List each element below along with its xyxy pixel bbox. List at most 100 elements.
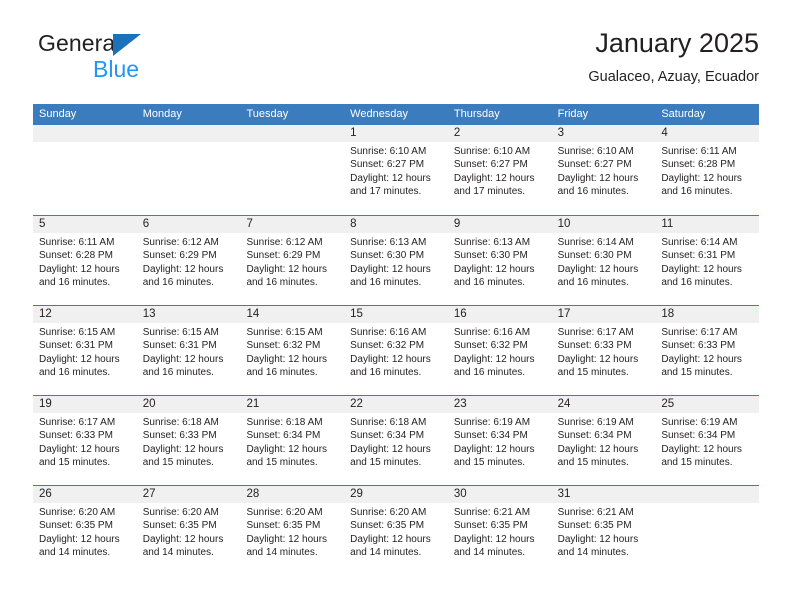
daylight-text-line1: Daylight: 12 hours	[39, 533, 120, 545]
daylight-text-line2: and 16 minutes.	[246, 367, 318, 379]
day-number: 29	[350, 488, 363, 500]
day-cell[interactable]: 17 Sunrise: 6:17 AM Sunset: 6:33 PM Dayligh…	[551, 306, 656, 395]
day-number-band: 22	[344, 396, 448, 413]
weekday-header-tuesday: Tuesday	[246, 108, 289, 120]
day-cell[interactable]: 1 Sunrise: 6:10 AM Sunset: 6:27 PM Daylight…	[344, 125, 448, 215]
day-cell-empty	[33, 125, 137, 215]
general-blue-logo[interactable]: General Blue	[38, 30, 238, 92]
day-cell[interactable]: 28 Sunrise: 6:20 AM Sunset: 6:35 PM Dayligh…	[240, 486, 345, 575]
day-cell[interactable]: 6 Sunrise: 6:12 AM Sunset: 6:29 PM Daylight…	[136, 216, 241, 305]
weekday-header-sunday: Sunday	[39, 108, 77, 120]
daylight-text-line2: and 14 minutes.	[557, 547, 629, 559]
calendar-week-row: 26 Sunrise: 6:20 AM Sunset: 6:35 PM Dayligh…	[33, 485, 760, 575]
sunrise-text: Sunrise: 6:19 AM	[453, 417, 531, 428]
sunrise-text: Sunrise: 6:19 AM	[557, 417, 634, 428]
day-number-band: 12	[33, 306, 137, 323]
day-cell[interactable]: 7 Sunrise: 6:12 AM Sunset: 6:29 PM Daylight…	[240, 216, 345, 305]
day-number-band: 29	[344, 486, 448, 503]
day-cell[interactable]: 21 Sunrise: 6:18 AM Sunset: 6:34 PM Dayligh…	[240, 396, 345, 485]
day-cell[interactable]: 29 Sunrise: 6:20 AM Sunset: 6:35 PM Dayligh…	[344, 486, 448, 575]
sunrise-text: Sunrise: 6:17 AM	[661, 327, 738, 338]
day-details: Sunrise: 6:18 AM Sunset: 6:33 PM Daylight:…	[137, 413, 241, 470]
day-number: 22	[350, 398, 363, 410]
day-cell[interactable]: 13 Sunrise: 6:15 AM Sunset: 6:31 PM Dayligh…	[136, 306, 241, 395]
day-cell[interactable]: 4 Sunrise: 6:11 AM Sunset: 6:28 PM Daylight…	[655, 125, 760, 215]
sunrise-text: Sunrise: 6:18 AM	[246, 417, 323, 428]
day-number: 1	[350, 127, 357, 139]
sunrise-text: Sunrise: 6:10 AM	[557, 146, 634, 157]
sunset-text: Sunset: 6:31 PM	[661, 250, 736, 262]
day-cell[interactable]: 31 Sunrise: 6:21 AM Sunset: 6:35 PM Dayligh…	[551, 486, 656, 575]
day-cell[interactable]: 18 Sunrise: 6:17 AM Sunset: 6:33 PM Dayligh…	[655, 306, 760, 395]
daylight-text-line2: and 16 minutes.	[39, 367, 111, 379]
day-cell[interactable]: 27 Sunrise: 6:20 AM Sunset: 6:35 PM Dayligh…	[136, 486, 241, 575]
day-cell[interactable]: 22 Sunrise: 6:18 AM Sunset: 6:34 PM Dayligh…	[344, 396, 448, 485]
day-number: 23	[453, 398, 467, 410]
day-details: Sunrise: 6:19 AM Sunset: 6:34 PM Daylight:…	[448, 413, 552, 470]
daylight-text-line2: and 16 minutes.	[557, 277, 629, 289]
day-cell[interactable]: 16 Sunrise: 6:16 AM Sunset: 6:32 PM Dayligh…	[447, 306, 552, 395]
day-cell[interactable]: 23 Sunrise: 6:19 AM Sunset: 6:34 PM Dayligh…	[447, 396, 552, 485]
day-number: 27	[142, 488, 156, 500]
sunrise-text: Sunrise: 6:20 AM	[142, 507, 219, 518]
day-number: 24	[557, 398, 571, 410]
day-cell[interactable]: 10 Sunrise: 6:14 AM Sunset: 6:30 PM Dayligh…	[551, 216, 656, 305]
day-cell[interactable]: 30 Sunrise: 6:21 AM Sunset: 6:35 PM Dayligh…	[447, 486, 552, 575]
day-cell[interactable]: 3 Sunrise: 6:10 AM Sunset: 6:27 PM Daylight…	[551, 125, 656, 215]
day-details: Sunrise: 6:12 AM Sunset: 6:29 PM Daylight:…	[240, 233, 344, 290]
day-cell[interactable]: 19 Sunrise: 6:17 AM Sunset: 6:33 PM Dayligh…	[33, 396, 137, 485]
day-cell[interactable]: 25 Sunrise: 6:19 AM Sunset: 6:34 PM Dayligh…	[655, 396, 760, 485]
day-cell[interactable]: 20 Sunrise: 6:18 AM Sunset: 6:33 PM Dayligh…	[136, 396, 241, 485]
sunset-text: Sunset: 6:32 PM	[453, 340, 528, 352]
day-details: Sunrise: 6:19 AM Sunset: 6:34 PM Daylight:…	[655, 413, 759, 470]
day-number-band: 6	[136, 216, 241, 233]
day-number-band	[136, 125, 241, 142]
day-number: 16	[453, 308, 467, 320]
day-cell[interactable]: 2 Sunrise: 6:10 AM Sunset: 6:27 PM Daylight…	[447, 125, 552, 215]
weekday-header-saturday: Saturday	[661, 108, 706, 120]
day-details: Sunrise: 6:14 AM Sunset: 6:31 PM Daylight:…	[655, 233, 759, 290]
sunset-text: Sunset: 6:30 PM	[557, 250, 632, 262]
day-number-band: 28	[240, 486, 345, 503]
sunset-text: Sunset: 6:31 PM	[39, 340, 113, 352]
day-cell[interactable]: 5 Sunrise: 6:11 AM Sunset: 6:28 PM Daylight…	[33, 216, 137, 305]
day-cell[interactable]: 24 Sunrise: 6:19 AM Sunset: 6:34 PM Dayligh…	[551, 396, 656, 485]
day-cell[interactable]: 14 Sunrise: 6:15 AM Sunset: 6:32 PM Dayligh…	[240, 306, 345, 395]
daylight-text-line2: and 15 minutes.	[246, 457, 318, 469]
day-number: 8	[350, 218, 357, 230]
day-number: 19	[39, 398, 52, 410]
daylight-text-line1: Daylight: 12 hours	[557, 172, 639, 184]
day-number: 31	[557, 488, 571, 500]
sunrise-text: Sunrise: 6:10 AM	[350, 146, 427, 157]
daylight-text-line1: Daylight: 12 hours	[246, 263, 328, 275]
day-cell[interactable]: 15 Sunrise: 6:16 AM Sunset: 6:32 PM Dayligh…	[344, 306, 448, 395]
day-cell[interactable]: 26 Sunrise: 6:20 AM Sunset: 6:35 PM Dayligh…	[33, 486, 137, 575]
daylight-text-line2: and 15 minutes.	[350, 457, 422, 469]
sunset-text: Sunset: 6:33 PM	[39, 430, 113, 442]
day-cell[interactable]: 8 Sunrise: 6:13 AM Sunset: 6:30 PM Daylight…	[344, 216, 448, 305]
calendar-week-row: 12 Sunrise: 6:15 AM Sunset: 6:31 PM Dayligh…	[33, 305, 760, 395]
day-cell[interactable]: 11 Sunrise: 6:14 AM Sunset: 6:31 PM Dayligh…	[655, 216, 760, 305]
day-number: 17	[557, 308, 571, 320]
daylight-text-line1: Daylight: 12 hours	[661, 443, 742, 455]
daylight-text-line2: and 16 minutes.	[557, 186, 629, 198]
day-number-band: 15	[344, 306, 448, 323]
daylight-text-line1: Daylight: 12 hours	[350, 172, 431, 184]
day-number-band: 27	[136, 486, 241, 503]
daylight-text-line1: Daylight: 12 hours	[557, 443, 639, 455]
day-details: Sunrise: 6:18 AM Sunset: 6:34 PM Daylight:…	[344, 413, 448, 470]
day-cell[interactable]: 9 Sunrise: 6:13 AM Sunset: 6:30 PM Daylight…	[447, 216, 552, 305]
daylight-text-line2: and 16 minutes.	[661, 277, 733, 289]
day-number-band: 11	[655, 216, 760, 233]
day-cell[interactable]: 12 Sunrise: 6:15 AM Sunset: 6:31 PM Dayligh…	[33, 306, 137, 395]
day-details: Sunrise: 6:10 AM Sunset: 6:27 PM Daylight:…	[344, 142, 448, 199]
day-number-band	[240, 125, 345, 142]
daylight-text-line1: Daylight: 12 hours	[557, 263, 639, 275]
daylight-text-line1: Daylight: 12 hours	[39, 263, 120, 275]
day-number: 4	[661, 127, 668, 139]
day-details: Sunrise: 6:21 AM Sunset: 6:35 PM Daylight:…	[448, 503, 552, 560]
day-number-band: 8	[344, 216, 448, 233]
calendar-weeks: 1 Sunrise: 6:10 AM Sunset: 6:27 PM Daylight…	[33, 125, 760, 575]
day-number: 11	[661, 218, 674, 230]
sunset-text: Sunset: 6:32 PM	[246, 340, 321, 352]
